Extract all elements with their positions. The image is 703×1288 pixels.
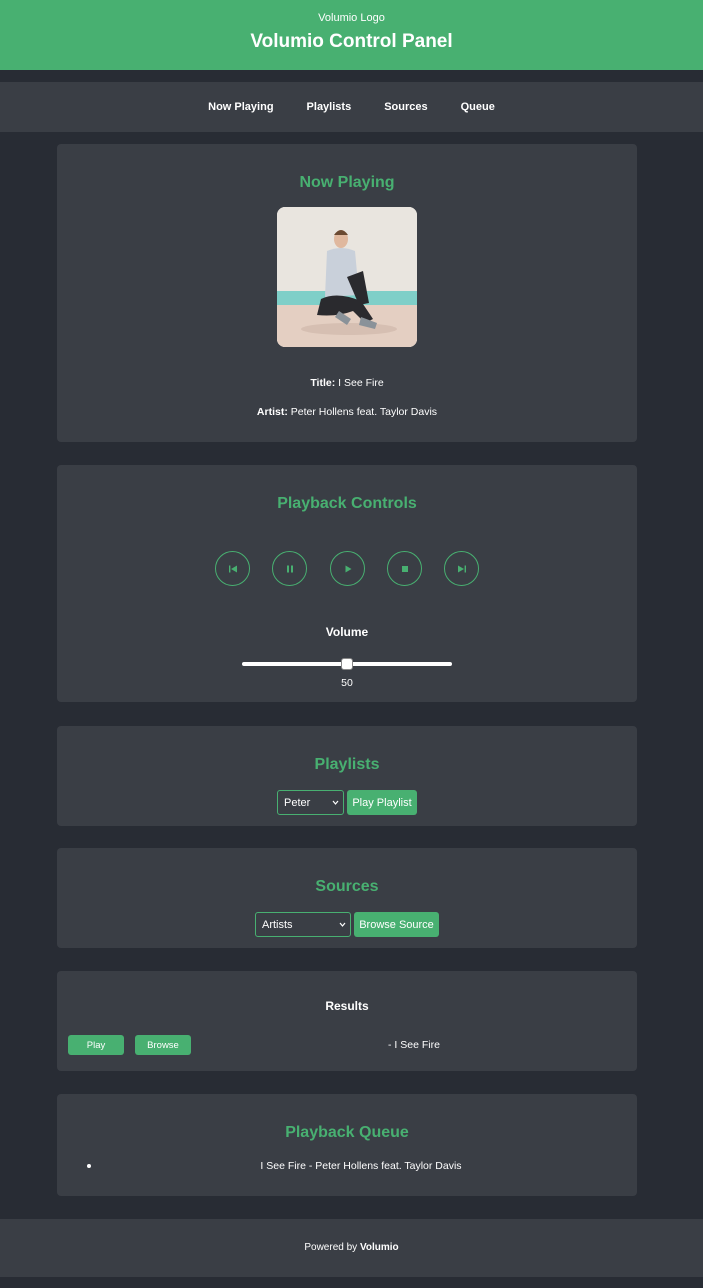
now-playing-heading: Now Playing xyxy=(299,174,395,191)
app-footer: Powered by Volumio xyxy=(0,1219,703,1277)
nav-link-queue[interactable]: Queue xyxy=(444,101,511,113)
footer-text: Powered by Volumio xyxy=(0,1242,703,1253)
volume-label: Volume xyxy=(325,625,369,639)
nav-link-now-playing[interactable]: Now Playing xyxy=(192,101,290,113)
app-header: Volumio Logo Volumio Control Panel xyxy=(0,0,703,70)
source-select-value: Artists xyxy=(262,918,293,931)
playlists-heading: Playlists xyxy=(314,756,380,773)
queue-heading: Playback Queue xyxy=(285,1124,409,1141)
source-select[interactable]: Artists xyxy=(255,912,351,937)
play-playlist-button[interactable]: Play Playlist xyxy=(347,790,417,815)
results-section: Results Play Browse - I See Fire xyxy=(57,971,637,1071)
playback-controls-heading: Playback Controls xyxy=(277,495,417,512)
control-buttons xyxy=(57,551,637,587)
footer-prefix: Powered by xyxy=(304,1242,358,1253)
next-button[interactable] xyxy=(444,551,479,586)
sources-heading: Sources xyxy=(315,878,379,895)
volume-value: 50 xyxy=(341,677,353,689)
next-icon xyxy=(457,565,466,572)
playlist-select-value: Peter xyxy=(284,796,311,809)
track-title-label: Title: xyxy=(310,377,336,389)
track-title-value: I See Fire xyxy=(338,377,384,389)
now-playing-section: Now Playing Title: I See Fire Artist: Pe… xyxy=(57,144,637,442)
result-play-button[interactable]: Play xyxy=(68,1035,124,1055)
previous-icon xyxy=(228,565,237,572)
track-artist-label: Artist: xyxy=(256,406,288,418)
track-artist-value: Peter Hollens feat. Taylor Davis xyxy=(290,406,438,418)
playback-controls-section: Playback Controls Volume 50 xyxy=(57,465,637,702)
chevron-down-icon xyxy=(339,922,346,927)
playlist-select[interactable]: Peter xyxy=(277,790,344,815)
main-nav: Now Playing Playlists Sources Queue xyxy=(0,82,703,132)
result-browse-button[interactable]: Browse xyxy=(135,1035,191,1055)
nav-link-sources[interactable]: Sources xyxy=(368,101,444,113)
track-title-line: Title: I See Fire xyxy=(57,377,637,389)
queue-section: Playback Queue I See Fire - Peter Hollen… xyxy=(57,1094,637,1196)
queue-item: I See Fire - Peter Hollens feat. Taylor … xyxy=(260,1160,462,1172)
volume-slider-thumb[interactable] xyxy=(341,658,353,670)
nav-link-playlists[interactable]: Playlists xyxy=(290,101,368,113)
app-logo: Volumio Logo xyxy=(318,12,385,24)
result-item: - I See Fire xyxy=(388,1039,440,1051)
stop-button[interactable] xyxy=(387,551,422,586)
play-button[interactable] xyxy=(330,551,365,586)
playlists-section: Playlists Peter Play Playlist xyxy=(57,726,637,826)
pause-icon xyxy=(286,565,293,572)
chevron-down-icon xyxy=(332,800,339,805)
track-artist-line: Artist: Peter Hollens feat. Taylor Davis xyxy=(57,406,637,418)
album-art xyxy=(277,207,417,347)
stop-icon xyxy=(401,565,408,572)
page-title: Volumio Control Panel xyxy=(250,31,453,52)
sources-section: Sources Artists Browse Source xyxy=(57,848,637,948)
browse-source-button[interactable]: Browse Source xyxy=(354,912,439,937)
results-heading: Results xyxy=(325,999,369,1013)
footer-brand: Volumio xyxy=(359,1242,399,1253)
play-icon xyxy=(345,565,351,572)
pause-button[interactable] xyxy=(272,551,307,586)
previous-button[interactable] xyxy=(215,551,250,586)
